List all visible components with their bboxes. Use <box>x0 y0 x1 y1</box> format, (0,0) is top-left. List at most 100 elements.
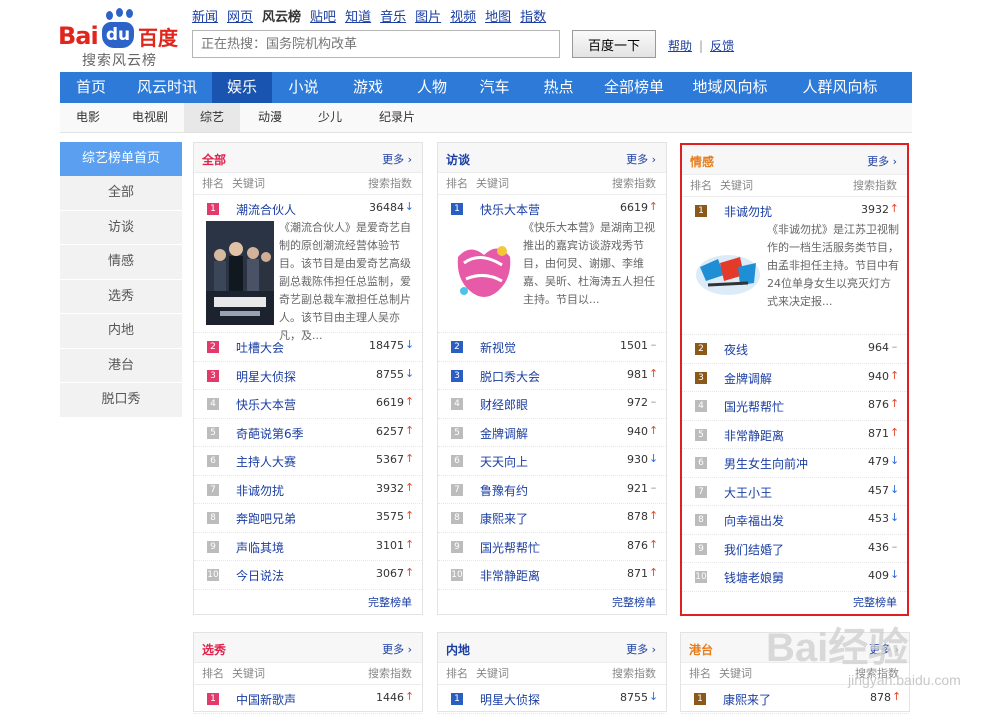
more-link[interactable]: 更多 › <box>382 151 412 167</box>
item-name[interactable]: 康熙来了 <box>480 510 528 527</box>
main-nav-item[interactable]: 汽车 <box>463 72 526 103</box>
item-name[interactable]: 明星大侦探 <box>480 691 540 708</box>
more-link[interactable]: 更多 › <box>382 641 412 657</box>
main-nav-item[interactable]: 人群风向标 <box>783 72 897 103</box>
ranking-row[interactable]: 9 声临其境 3101 ↑ <box>194 533 422 561</box>
main-nav-item[interactable]: 娱乐 <box>212 72 272 103</box>
featured-image[interactable] <box>450 221 518 325</box>
ranking-row[interactable]: 4 财经郎眼 972– <box>438 390 666 419</box>
sidebar-head[interactable]: 综艺榜单首页 <box>60 142 182 176</box>
more-link[interactable]: 更多 › <box>867 153 897 169</box>
sidebar-item[interactable]: 内地 <box>60 314 182 349</box>
item-name[interactable]: 金牌调解 <box>480 425 528 442</box>
ranking-row[interactable]: 6 主持人大赛 5367 ↑ <box>194 447 422 476</box>
item-name[interactable]: 中国新歌声 <box>236 691 296 708</box>
search-input[interactable] <box>192 30 560 58</box>
featured-image[interactable] <box>694 223 762 327</box>
item-name[interactable]: 天天向上 <box>480 453 528 470</box>
channel-link[interactable]: 视频 <box>450 10 476 25</box>
channel-link[interactable]: 图片 <box>415 10 441 25</box>
ranking-row[interactable]: 1 明星大侦探 8755 ↓ <box>438 685 666 714</box>
ranking-row[interactable]: 3 金牌调解 940 ↑ <box>682 364 907 392</box>
item-name[interactable]: 钱塘老娘舅 <box>724 569 784 586</box>
sidebar-item[interactable]: 选秀 <box>60 279 182 314</box>
ranking-row[interactable]: 2 吐槽大会 18475 ↓ <box>194 333 422 362</box>
baidu-logo[interactable]: Bai du 百度 搜索风云榜 <box>58 8 183 69</box>
item-name[interactable]: 奇葩说第6季 <box>236 425 304 442</box>
item-name[interactable]: 非诚勿扰 <box>724 203 772 220</box>
item-name[interactable]: 向幸福出发 <box>724 512 784 529</box>
featured-image[interactable] <box>206 221 274 325</box>
sidebar-item[interactable]: 访谈 <box>60 210 182 245</box>
item-name[interactable]: 吐槽大会 <box>236 339 284 356</box>
more-link[interactable]: 更多 › <box>626 151 656 167</box>
main-nav-item[interactable]: 地域风向标 <box>677 72 783 103</box>
ranking-row[interactable]: 10 今日说法 3067 ↑ <box>194 561 422 590</box>
item-name[interactable]: 男生女生向前冲 <box>724 455 808 472</box>
item-name[interactable]: 鲁豫有约 <box>480 482 528 499</box>
ranking-row[interactable]: 7 大王小王 457 ↓ <box>682 478 907 506</box>
item-name[interactable]: 新视觉 <box>480 339 516 356</box>
panel-title[interactable]: 情感 <box>690 153 714 170</box>
ranking-row[interactable]: 10 非常静距离 871 ↑ <box>438 561 666 590</box>
item-name[interactable]: 今日说法 <box>236 567 284 584</box>
ranking-row[interactable]: 3 脱口秀大会 981 ↑ <box>438 362 666 390</box>
featured-item[interactable]: 1 潮流合伙人 36484 ↓ 《潮流合伙人》是爱奇艺自制的原创潮流经营体验节目。该节目… <box>194 195 422 342</box>
sidebar-item[interactable]: 全部 <box>60 176 182 211</box>
main-nav-item[interactable]: 风云时讯 <box>122 72 212 103</box>
item-name[interactable]: 财经郎眼 <box>480 396 528 413</box>
channel-link[interactable]: 指数 <box>520 10 546 25</box>
channel-link[interactable]: 风云榜 <box>262 10 301 25</box>
channel-link[interactable]: 新闻 <box>192 10 218 25</box>
ranking-row[interactable]: 9 我们结婚了 436– <box>682 535 907 563</box>
ranking-row[interactable]: 7 鲁豫有约 921– <box>438 476 666 504</box>
item-name[interactable]: 潮流合伙人 <box>236 201 296 218</box>
item-name[interactable]: 夜线 <box>724 341 748 358</box>
featured-item[interactable]: 1 快乐大本营 6619 ↑ 《快乐大本营》是湖南卫视推出的嘉宾访谈游戏秀节目，由何炅、… <box>438 195 666 333</box>
sub-nav-item[interactable]: 动漫 <box>240 103 300 132</box>
panel-title[interactable]: 全部 <box>202 151 226 168</box>
main-nav-item[interactable]: 首页 <box>60 72 122 103</box>
item-name[interactable]: 非诚勿扰 <box>236 482 284 499</box>
panel-title[interactable]: 选秀 <box>202 641 226 658</box>
sub-nav-item[interactable]: 综艺 <box>184 103 240 132</box>
main-nav-item[interactable]: 全部榜单 <box>591 72 677 103</box>
channel-link[interactable]: 地图 <box>485 10 511 25</box>
sub-nav-item[interactable]: 电视剧 <box>116 103 184 132</box>
main-nav-item[interactable]: 小说 <box>272 72 335 103</box>
item-name[interactable]: 快乐大本营 <box>236 396 296 413</box>
sub-nav-item[interactable]: 纪录片 <box>360 103 434 132</box>
sidebar-item[interactable]: 港台 <box>60 348 182 383</box>
panel-title[interactable]: 港台 <box>689 641 713 658</box>
item-name[interactable]: 国光帮帮忙 <box>480 539 540 556</box>
ranking-row[interactable]: 2 新视觉 1501– <box>438 333 666 362</box>
more-link[interactable]: 更多 › <box>626 641 656 657</box>
ranking-row[interactable]: 7 非诚勿扰 3932 ↑ <box>194 476 422 504</box>
ranking-row[interactable]: 6 男生女生向前冲 479 ↓ <box>682 449 907 478</box>
ranking-row[interactable]: 5 非常静距离 871 ↑ <box>682 421 907 449</box>
ranking-row[interactable]: 8 向幸福出发 453 ↓ <box>682 506 907 535</box>
ranking-row[interactable]: 6 天天向上 930 ↓ <box>438 447 666 476</box>
full-list-link[interactable]: 完整榜单 <box>853 594 897 610</box>
main-nav-item[interactable]: 热点 <box>526 72 591 103</box>
ranking-row[interactable]: 8 奔跑吧兄弟 3575 ↑ <box>194 504 422 533</box>
item-name[interactable]: 奔跑吧兄弟 <box>236 510 296 527</box>
full-list-link[interactable]: 完整榜单 <box>368 594 412 610</box>
sub-nav-item[interactable]: 电影 <box>60 103 116 132</box>
ranking-row[interactable]: 4 快乐大本营 6619 ↑ <box>194 390 422 419</box>
item-name[interactable]: 主持人大赛 <box>236 453 296 470</box>
channel-link[interactable]: 网页 <box>227 10 253 25</box>
item-name[interactable]: 脱口秀大会 <box>480 368 540 385</box>
ranking-row[interactable]: 8 康熙来了 878 ↑ <box>438 504 666 533</box>
ranking-row[interactable]: 3 明星大侦探 8755 ↓ <box>194 362 422 390</box>
panel-title[interactable]: 访谈 <box>446 151 470 168</box>
item-name[interactable]: 我们结婚了 <box>724 541 784 558</box>
ranking-row[interactable]: 2 夜线 964– <box>682 335 907 364</box>
sub-nav-item[interactable]: 少儿 <box>300 103 360 132</box>
item-name[interactable]: 明星大侦探 <box>236 368 296 385</box>
ranking-row[interactable]: 5 奇葩说第6季 6257 ↑ <box>194 419 422 447</box>
ranking-row[interactable]: 1 中国新歌声 1446 ↑ <box>194 685 422 714</box>
ranking-row[interactable]: 4 国光帮帮忙 876 ↑ <box>682 392 907 421</box>
ranking-row[interactable]: 5 金牌调解 940 ↑ <box>438 419 666 447</box>
main-nav-item[interactable]: 人物 <box>401 72 463 103</box>
